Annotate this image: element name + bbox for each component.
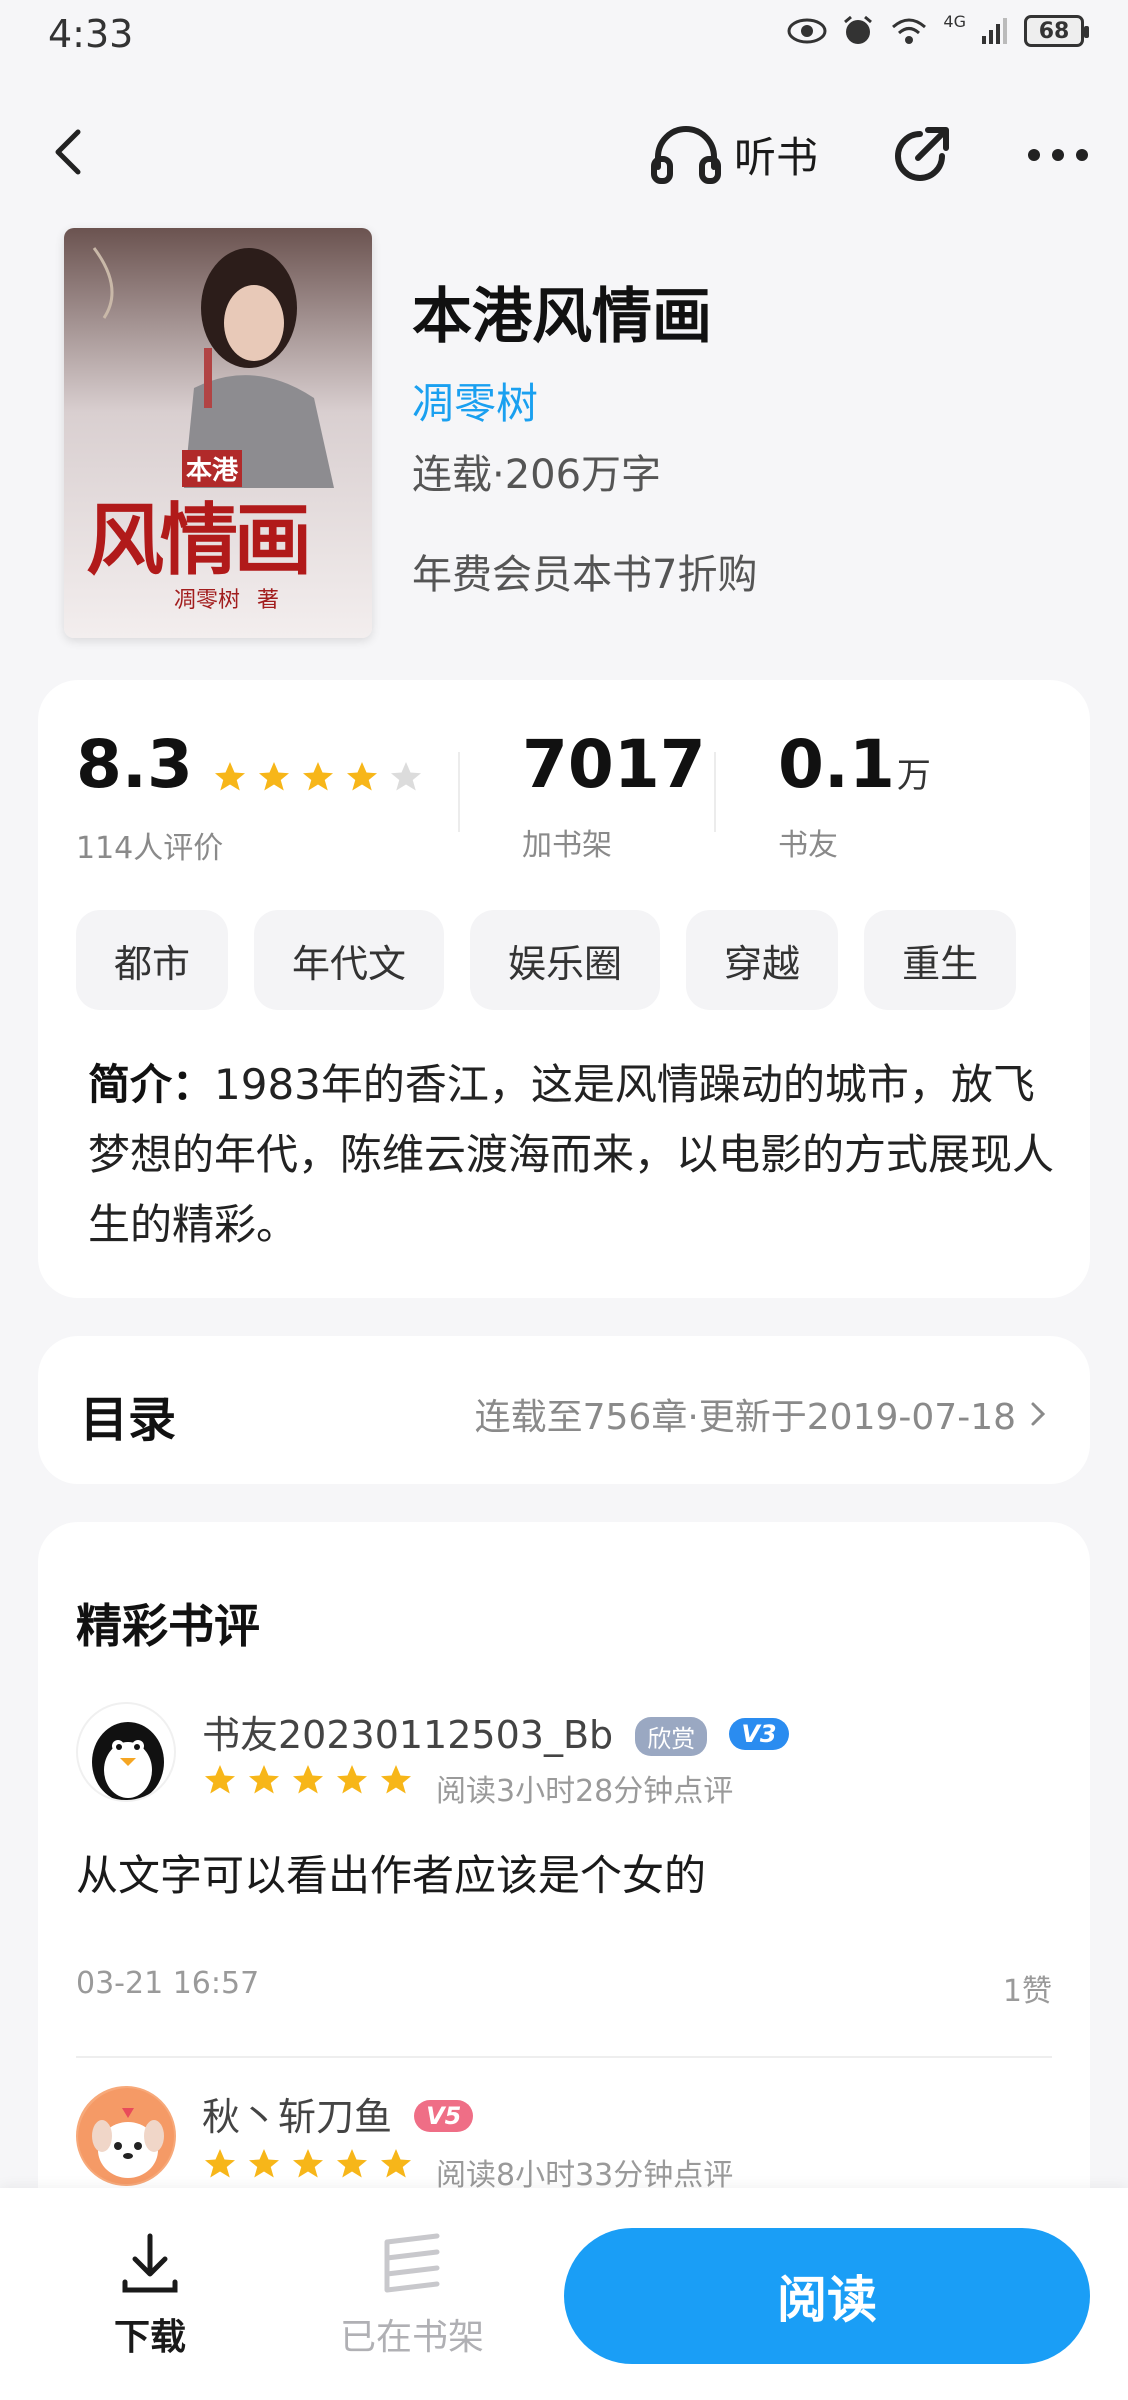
star-icon bbox=[249, 1765, 279, 1794]
avatar[interactable] bbox=[76, 2086, 176, 2186]
network-type: 4G bbox=[943, 11, 966, 31]
friends-count: 0.1 bbox=[778, 726, 895, 803]
nav-bar: 听书 bbox=[0, 100, 1128, 210]
tag-chip[interactable]: 穿越 bbox=[686, 910, 839, 1010]
cover-suffix: 著 bbox=[257, 588, 280, 613]
star-icon bbox=[337, 2149, 367, 2178]
review-divider bbox=[76, 2056, 1052, 2058]
star-icon bbox=[249, 2149, 279, 2178]
rating-stat[interactable]: 8.3 114人评价 bbox=[76, 732, 424, 867]
alarm-icon bbox=[844, 15, 873, 44]
shelf-count: 7017 bbox=[522, 726, 706, 803]
shelf-icon bbox=[384, 2233, 440, 2293]
cover-author-line: 凋零树 著 bbox=[174, 582, 279, 614]
star-icon bbox=[303, 761, 334, 790]
star-icon bbox=[215, 761, 246, 790]
avatar[interactable] bbox=[76, 1702, 176, 1802]
read-button[interactable]: 阅读 bbox=[564, 2228, 1090, 2364]
download-label: 下载 bbox=[114, 2317, 187, 2358]
more-icon[interactable] bbox=[1026, 140, 1090, 170]
review-stars bbox=[202, 2146, 414, 2182]
star-icon bbox=[205, 1765, 235, 1794]
book-author-link[interactable]: 凋零树 bbox=[412, 370, 538, 431]
tag-chip[interactable]: 都市 bbox=[76, 910, 229, 1010]
star-icon bbox=[381, 1765, 411, 1794]
book-cover[interactable]: 本港 风情画 凋零树 著 bbox=[64, 228, 372, 638]
book-meta: 连载·206万字 bbox=[412, 452, 662, 498]
reviewer-name-line: 书友20230112503_Bb 欣赏 V3 bbox=[202, 1704, 789, 1760]
like-button[interactable]: 1赞 bbox=[1003, 1966, 1052, 2010]
back-icon[interactable] bbox=[40, 122, 100, 182]
rating-stars bbox=[212, 759, 424, 795]
tag-chip[interactable]: 娱乐圈 bbox=[470, 910, 661, 1010]
stat-divider bbox=[458, 752, 460, 832]
rating-label: 114人评价 bbox=[76, 830, 224, 866]
bottom-action-bar: 下载 已在书架 阅读 bbox=[0, 2188, 1128, 2400]
member-offer[interactable]: 年费会员本书7折购 bbox=[412, 542, 757, 600]
friends-label: 书友 bbox=[778, 828, 838, 863]
chevron-right-icon bbox=[1031, 1402, 1046, 1426]
star-icon bbox=[337, 1765, 367, 1794]
star-icon bbox=[293, 2149, 323, 2178]
reviewer-name[interactable]: 秋丶斩刀鱼 bbox=[202, 2095, 392, 2139]
stat-divider bbox=[714, 752, 716, 832]
book-intro[interactable]: 简介：1983年的香江，这是风情躁动的城市，放飞梦想的年代，陈维云渡海而来，以电… bbox=[88, 1050, 1068, 1260]
book-info-card: 8.3 114人评价 7017 加书架 0.1万 书友 都市 年代文 娱乐圈 穿… bbox=[38, 680, 1090, 1298]
toc-card[interactable]: 目录 连载至756章·更新于2019-07-18 bbox=[38, 1336, 1090, 1484]
star-empty-icon bbox=[391, 761, 422, 790]
star-icon bbox=[381, 2149, 411, 2178]
review-read-time: 阅读3小时28分钟点评 bbox=[436, 1774, 734, 1809]
friends-unit: 万 bbox=[896, 756, 931, 796]
listen-label: 听书 bbox=[734, 132, 819, 182]
dog-avatar-icon bbox=[78, 2088, 174, 2184]
signal-icon bbox=[982, 18, 1007, 44]
eye-icon bbox=[787, 18, 827, 44]
star-icon bbox=[205, 2149, 235, 2178]
tag-list: 都市 年代文 娱乐圈 穿越 重生 bbox=[76, 910, 1017, 1010]
download-icon bbox=[122, 2233, 178, 2293]
status-icons: 4G 68 bbox=[787, 11, 1089, 48]
book-title: 本港风情画 bbox=[412, 282, 712, 352]
vip-level-badge: V3 bbox=[729, 1717, 789, 1750]
toc-title: 目录 bbox=[80, 1392, 177, 1448]
tag-chip[interactable]: 重生 bbox=[864, 910, 1017, 1010]
friends-stat[interactable]: 0.1万 书友 bbox=[778, 732, 931, 864]
on-shelf-button[interactable]: 已在书架 bbox=[340, 2232, 484, 2360]
wifi-icon bbox=[892, 18, 927, 44]
intro-label: 简介： bbox=[88, 1060, 215, 1109]
download-button[interactable]: 下载 bbox=[114, 2232, 186, 2360]
cover-author-text: 凋零树 bbox=[174, 588, 241, 613]
share-icon[interactable] bbox=[886, 120, 956, 190]
appreciate-badge: 欣赏 bbox=[635, 1712, 708, 1756]
shelf-stat: 7017 加书架 bbox=[522, 732, 706, 864]
toc-info: 连载至756章·更新于2019-07-18 bbox=[475, 1388, 1048, 1440]
status-bar: 4:33 4G 68 bbox=[0, 0, 1128, 72]
rating-value: 8.3 bbox=[76, 726, 193, 803]
headphones-icon bbox=[651, 126, 721, 184]
status-time: 4:33 bbox=[48, 12, 134, 56]
review-date: 03-21 16:57 bbox=[76, 1966, 260, 2001]
battery-indicator: 68 bbox=[1024, 15, 1089, 47]
review-stars bbox=[202, 1762, 414, 1798]
cover-big-text: 风情画 bbox=[86, 495, 312, 586]
shelf-label: 加书架 bbox=[522, 828, 612, 863]
listen-button[interactable]: 听书 bbox=[650, 122, 818, 186]
reviewer-name-line: 秋丶斩刀鱼 V5 bbox=[202, 2086, 474, 2141]
penguin-avatar-icon bbox=[92, 1722, 164, 1800]
intro-text: 1983年的香江，这是风情躁动的城市，放飞梦想的年代，陈维云渡海而来，以电影的方… bbox=[88, 1060, 1055, 1249]
on-shelf-label: 已在书架 bbox=[340, 2317, 485, 2358]
star-icon bbox=[293, 1765, 323, 1794]
star-icon bbox=[259, 761, 290, 790]
star-icon bbox=[347, 761, 378, 790]
vip-level-badge: V5 bbox=[414, 2099, 474, 2132]
reviews-title: 精彩书评 bbox=[76, 1599, 260, 1653]
tag-chip[interactable]: 年代文 bbox=[254, 910, 445, 1010]
toc-update-info: 连载至756章·更新于2019-07-18 bbox=[474, 1397, 1016, 1438]
review-content: 从文字可以看出作者应该是个女的 bbox=[76, 1851, 707, 1900]
reviewer-name[interactable]: 书友20230112503_Bb bbox=[202, 1713, 613, 1757]
